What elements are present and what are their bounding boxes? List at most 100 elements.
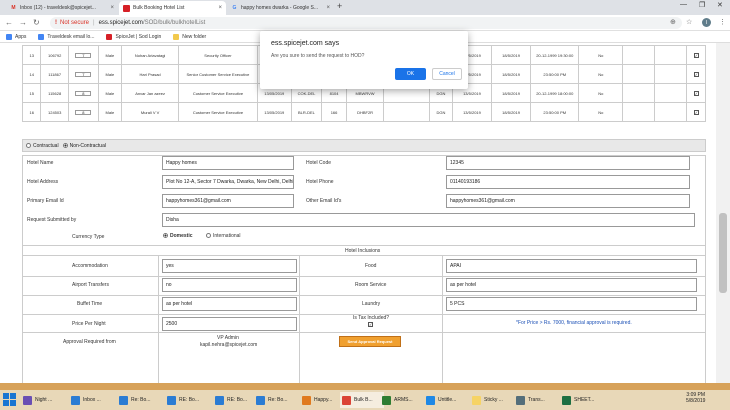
page-scrollbar[interactable] bbox=[716, 43, 730, 383]
row-action-cell bbox=[654, 45, 688, 65]
row-checkbox[interactable]: ✓ bbox=[693, 90, 699, 96]
cell-date3: 18/5/2019 bbox=[491, 102, 532, 122]
spicejet-icon bbox=[123, 4, 130, 12]
currency-international[interactable]: International bbox=[206, 233, 241, 239]
google-icon bbox=[38, 33, 45, 40]
taskbar-item[interactable]: Night ... bbox=[21, 392, 65, 408]
cell-designation: Customer Service Executive bbox=[178, 102, 258, 122]
cell-checkin: 20-12-1999 19:30:00 bbox=[530, 45, 580, 65]
app-icon bbox=[167, 395, 176, 405]
other-email-field[interactable]: happyhomes361@gmail.com bbox=[446, 194, 690, 208]
maximize-icon[interactable]: ❐ bbox=[699, 1, 705, 9]
buffet-time-field[interactable]: as per hotel bbox=[162, 297, 297, 311]
non-contractual-radio[interactable] bbox=[62, 143, 68, 148]
page-footer-band bbox=[0, 383, 730, 390]
row-checkbox[interactable]: ✓ bbox=[693, 109, 699, 115]
close-tab-icon[interactable]: × bbox=[326, 5, 330, 11]
profile-avatar[interactable]: I bbox=[702, 18, 711, 27]
cell-designation: Security Officer bbox=[178, 45, 258, 65]
close-tab-icon[interactable]: × bbox=[110, 5, 114, 11]
tax-included-checkbox[interactable]: ✓ bbox=[368, 322, 373, 327]
cell-name: Hari Prasad bbox=[120, 64, 180, 84]
cell-tax: No bbox=[578, 83, 624, 103]
room-select[interactable]: 8 bbox=[75, 90, 92, 96]
table-row: 16 124503 8 Male Murali V V Customer Service … bbox=[21, 102, 706, 122]
taskbar-clock[interactable]: 3:09 PM 5/8/2019 bbox=[686, 392, 705, 404]
row-checkbox[interactable]: ✓ bbox=[693, 52, 699, 58]
domestic-radio[interactable] bbox=[163, 233, 168, 239]
room-service-field[interactable]: as per hotel bbox=[446, 278, 697, 292]
bookmark-traveldesk[interactable]: Traveldesk email lo... bbox=[38, 33, 94, 40]
gmail-icon: M bbox=[11, 5, 16, 11]
cell-gender: Male bbox=[97, 64, 122, 84]
taskbar-item[interactable]: Trans... bbox=[514, 392, 558, 408]
forward-icon[interactable]: → bbox=[19, 18, 27, 27]
cell-emp: 115628 bbox=[40, 83, 69, 103]
bookmark-spicejet[interactable]: SpiceJet | Sod Login bbox=[106, 33, 161, 40]
room-select[interactable]: 7 bbox=[75, 71, 92, 77]
taskbar-item[interactable]: RE: Bo... bbox=[165, 392, 209, 408]
currency-domestic[interactable]: Domestic bbox=[163, 233, 193, 239]
bookmark-apps[interactable]: Apps bbox=[6, 33, 26, 40]
international-radio[interactable] bbox=[206, 233, 211, 239]
taskbar-item[interactable]: Re: Bo... bbox=[254, 392, 298, 408]
taskbar-item[interactable]: Untitle... bbox=[424, 392, 468, 408]
room-select[interactable]: 7 bbox=[75, 52, 92, 58]
cell-designation: Customer Service Executive bbox=[178, 83, 258, 103]
cell-date: 13/05/2019 bbox=[256, 102, 293, 122]
app-icon bbox=[382, 395, 391, 405]
close-window-icon[interactable]: ✕ bbox=[717, 1, 723, 9]
primary-email-field[interactable]: happyhomes361@gmail.com bbox=[162, 194, 294, 208]
new-tab-icon[interactable]: + bbox=[337, 1, 342, 11]
hotel-phone-field[interactable]: 01140193186 bbox=[446, 175, 690, 189]
close-tab-icon[interactable]: × bbox=[218, 5, 222, 11]
cell-checkin: 23:50:00 PM bbox=[530, 64, 580, 84]
dialog-cancel-button[interactable]: Cancel bbox=[432, 68, 462, 80]
taskbar-item[interactable]: SHEET... bbox=[560, 392, 604, 408]
taskbar-item[interactable]: RE: Bo... bbox=[213, 392, 257, 408]
start-button[interactable] bbox=[3, 393, 16, 406]
cell-gender: Male bbox=[97, 83, 122, 103]
laundry-field[interactable]: 5 PCS bbox=[446, 297, 697, 311]
food-field[interactable]: APAI bbox=[446, 259, 697, 273]
app-icon bbox=[256, 395, 265, 405]
room-select[interactable]: 8 bbox=[75, 109, 92, 115]
accommodation-field[interactable]: yes bbox=[162, 259, 297, 273]
reload-icon[interactable]: ↻ bbox=[33, 18, 40, 27]
taskbar-item[interactable]: Re: Bo... bbox=[117, 392, 161, 408]
hotel-address-field[interactable]: Plot No 12-A, Sector 7 Dwarka, Dwarka, N… bbox=[162, 175, 294, 189]
taskbar-item[interactable]: Bulk B... bbox=[340, 392, 384, 408]
tab-bulk-booking[interactable]: Bulk Booking Hotel List × bbox=[119, 1, 226, 15]
dialog-ok-button[interactable]: OK bbox=[395, 68, 426, 80]
folder-icon bbox=[173, 33, 180, 40]
address-bar[interactable]: ! Not secure | ess.spicejet.com/SOD/bulk… bbox=[50, 17, 682, 29]
app-icon bbox=[426, 395, 435, 405]
send-approval-button[interactable]: Send Approval Request bbox=[339, 336, 401, 347]
cell-gender: Male bbox=[97, 102, 122, 122]
cell-tax: No bbox=[578, 102, 624, 122]
taskbar-item[interactable]: Happy... bbox=[300, 392, 344, 408]
request-submitted-field[interactable]: Disha bbox=[162, 213, 695, 227]
url-text: ess.spicejet.com/SOD/bulk/bulkhotelList bbox=[98, 20, 206, 26]
cell-flight: 166 bbox=[320, 102, 348, 122]
hotel-code-field[interactable]: 12345 bbox=[446, 156, 690, 170]
taskbar-item[interactable]: Sticky ... bbox=[470, 392, 514, 408]
app-icon bbox=[562, 395, 571, 405]
cell-date3: 18/5/2019 bbox=[491, 45, 532, 65]
tab-google-search[interactable]: G happy homes dwarka - Google S... × bbox=[227, 1, 334, 15]
minimize-icon[interactable]: — bbox=[680, 1, 687, 8]
contractual-radio[interactable] bbox=[26, 143, 31, 148]
taskbar-item[interactable]: Inbox ... bbox=[69, 392, 113, 408]
taskbar-item[interactable]: ARMS... bbox=[380, 392, 424, 408]
zoom-icon[interactable]: ⊕ bbox=[670, 18, 676, 26]
row-checkbox[interactable]: ✓ bbox=[693, 71, 699, 77]
hotel-name-field[interactable]: Happy homes bbox=[162, 156, 294, 170]
menu-icon[interactable]: ⋮ bbox=[719, 18, 726, 26]
bookmark-new-folder[interactable]: New folder bbox=[173, 33, 206, 40]
airport-transfers-field[interactable]: no bbox=[162, 278, 297, 292]
bookmark-star-icon[interactable]: ☆ bbox=[686, 18, 692, 26]
tab-inbox[interactable]: M Inbox (12) - traveldesk@spicejet... × bbox=[6, 1, 118, 15]
price-per-night-field[interactable]: 2500 bbox=[162, 317, 297, 331]
scrollbar-thumb[interactable] bbox=[719, 213, 727, 293]
back-icon[interactable]: ← bbox=[5, 18, 13, 27]
